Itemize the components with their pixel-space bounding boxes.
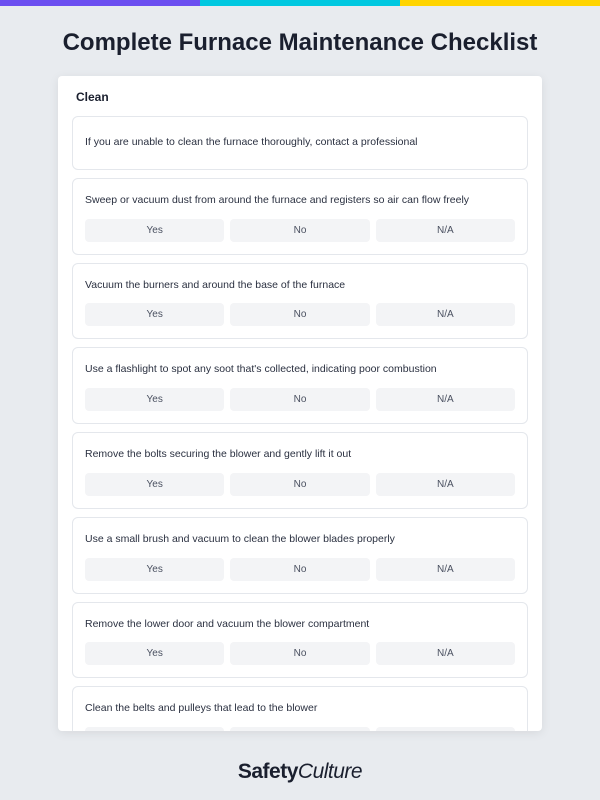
option-na-button[interactable]: N/A <box>376 558 515 581</box>
option-na-button[interactable]: N/A <box>376 303 515 326</box>
checklist-item-text: Use a small brush and vacuum to clean th… <box>85 532 515 548</box>
checklist-item: Remove the bolts securing the blower and… <box>72 432 528 509</box>
checklist-item-text: Sweep or vacuum dust from around the fur… <box>85 193 515 209</box>
checklist-item: Vacuum the burners and around the base o… <box>72 263 528 340</box>
option-no-button[interactable]: No <box>230 642 369 665</box>
options-row: Yes No N/A <box>85 219 515 242</box>
option-na-button[interactable]: N/A <box>376 642 515 665</box>
option-na-button[interactable]: N/A <box>376 388 515 411</box>
option-yes-button[interactable]: Yes <box>85 388 224 411</box>
checklist-item: Sweep or vacuum dust from around the fur… <box>72 178 528 255</box>
options-row: Yes No N/A <box>85 303 515 326</box>
checklist-item-text: Use a flashlight to spot any soot that's… <box>85 362 515 378</box>
option-no-button[interactable]: No <box>230 219 369 242</box>
option-yes-button[interactable]: Yes <box>85 219 224 242</box>
option-yes-button[interactable]: Yes <box>85 727 224 731</box>
option-no-button[interactable]: No <box>230 303 369 326</box>
logo-part1: Safety <box>238 760 298 783</box>
checklist-card: Clean If you are unable to clean the fur… <box>58 76 542 731</box>
option-na-button[interactable]: N/A <box>376 219 515 242</box>
options-row: Yes No N/A <box>85 388 515 411</box>
option-yes-button[interactable]: Yes <box>85 558 224 581</box>
option-no-button[interactable]: No <box>230 473 369 496</box>
option-yes-button[interactable]: Yes <box>85 642 224 665</box>
option-na-button[interactable]: N/A <box>376 473 515 496</box>
accent-cyan <box>200 0 400 6</box>
top-accent-bar <box>0 0 600 6</box>
checklist-item: Clean the belts and pulleys that lead to… <box>72 686 528 731</box>
footer-logo: SafetyCulture <box>0 760 600 784</box>
checklist-item: Use a small brush and vacuum to clean th… <box>72 517 528 594</box>
checklist-item: Use a flashlight to spot any soot that's… <box>72 347 528 424</box>
option-yes-button[interactable]: Yes <box>85 303 224 326</box>
accent-purple <box>0 0 200 6</box>
option-na-button[interactable]: N/A <box>376 727 515 731</box>
options-row: Yes No N/A <box>85 473 515 496</box>
option-no-button[interactable]: No <box>230 558 369 581</box>
checklist-item: Remove the lower door and vacuum the blo… <box>72 602 528 679</box>
page-title: Complete Furnace Maintenance Checklist <box>40 28 560 58</box>
checklist-item-text: Vacuum the burners and around the base o… <box>85 278 515 294</box>
options-row: Yes No N/A <box>85 558 515 581</box>
logo-part2: Culture <box>298 760 362 783</box>
checklist-item-text: Remove the lower door and vacuum the blo… <box>85 617 515 633</box>
options-row: Yes No N/A <box>85 727 515 731</box>
options-row: Yes No N/A <box>85 642 515 665</box>
checklist-item-text: Remove the bolts securing the blower and… <box>85 447 515 463</box>
items-container: If you are unable to clean the furnace t… <box>72 116 528 731</box>
option-no-button[interactable]: No <box>230 388 369 411</box>
checklist-item-text: If you are unable to clean the furnace t… <box>85 135 515 151</box>
option-yes-button[interactable]: Yes <box>85 473 224 496</box>
option-no-button[interactable]: No <box>230 727 369 731</box>
checklist-item-text: Clean the belts and pulleys that lead to… <box>85 701 515 717</box>
checklist-item: If you are unable to clean the furnace t… <box>72 116 528 170</box>
section-title: Clean <box>76 90 528 104</box>
accent-yellow <box>400 0 600 6</box>
